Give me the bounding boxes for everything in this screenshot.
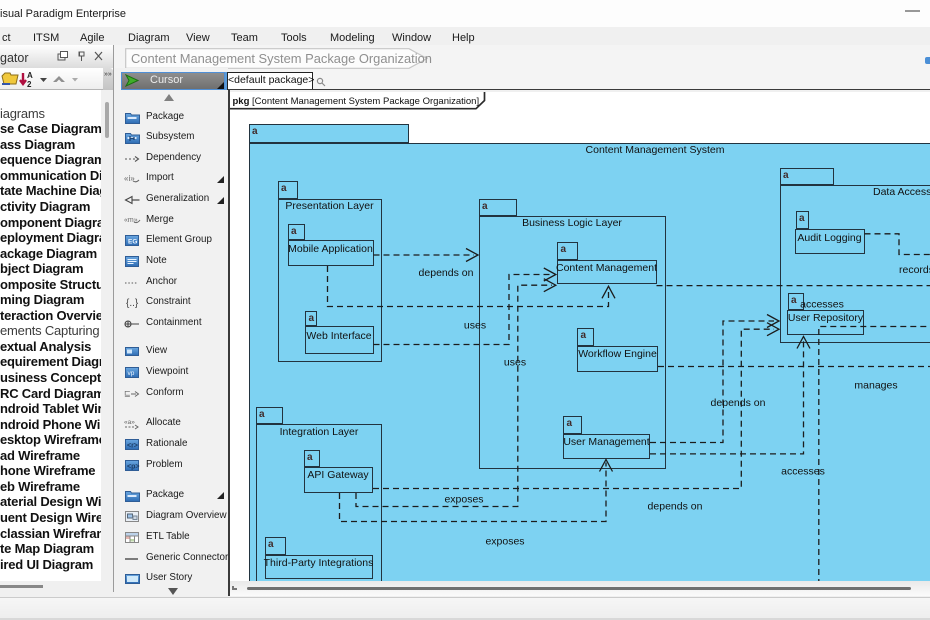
svg-text:2: 2 [27,80,32,89]
svg-text:records: records [899,264,930,276]
svg-text:manages: manages [854,380,897,392]
svg-text:uses: uses [464,320,486,332]
svg-text:depends on: depends on [419,267,474,279]
svg-text:EG: EG [128,239,137,246]
svg-text:uses: uses [504,357,526,369]
svg-text:«a»: «a» [124,419,135,426]
svg-text:A: A [27,71,33,80]
svg-text:exposes: exposes [444,494,483,506]
svg-text:Content Management System Pack: Content Management System Package Organi… [131,51,432,66]
svg-text:accesses: accesses [781,466,825,478]
svg-text:{..}: {..} [126,298,139,309]
svg-text:depends on: depends on [711,397,766,409]
svg-text:vp: vp [128,370,135,377]
svg-text:exposes: exposes [485,536,524,548]
svg-text:<p>: <p> [127,464,139,471]
svg-text:pkg [Content Management System: pkg [Content Management System Package O… [233,95,480,106]
svg-text:depends on: depends on [648,501,703,513]
svg-text:<r>: <r> [127,443,138,450]
svg-text:accesses: accesses [800,299,844,311]
svg-text:⊑: ⊑ [124,389,131,398]
